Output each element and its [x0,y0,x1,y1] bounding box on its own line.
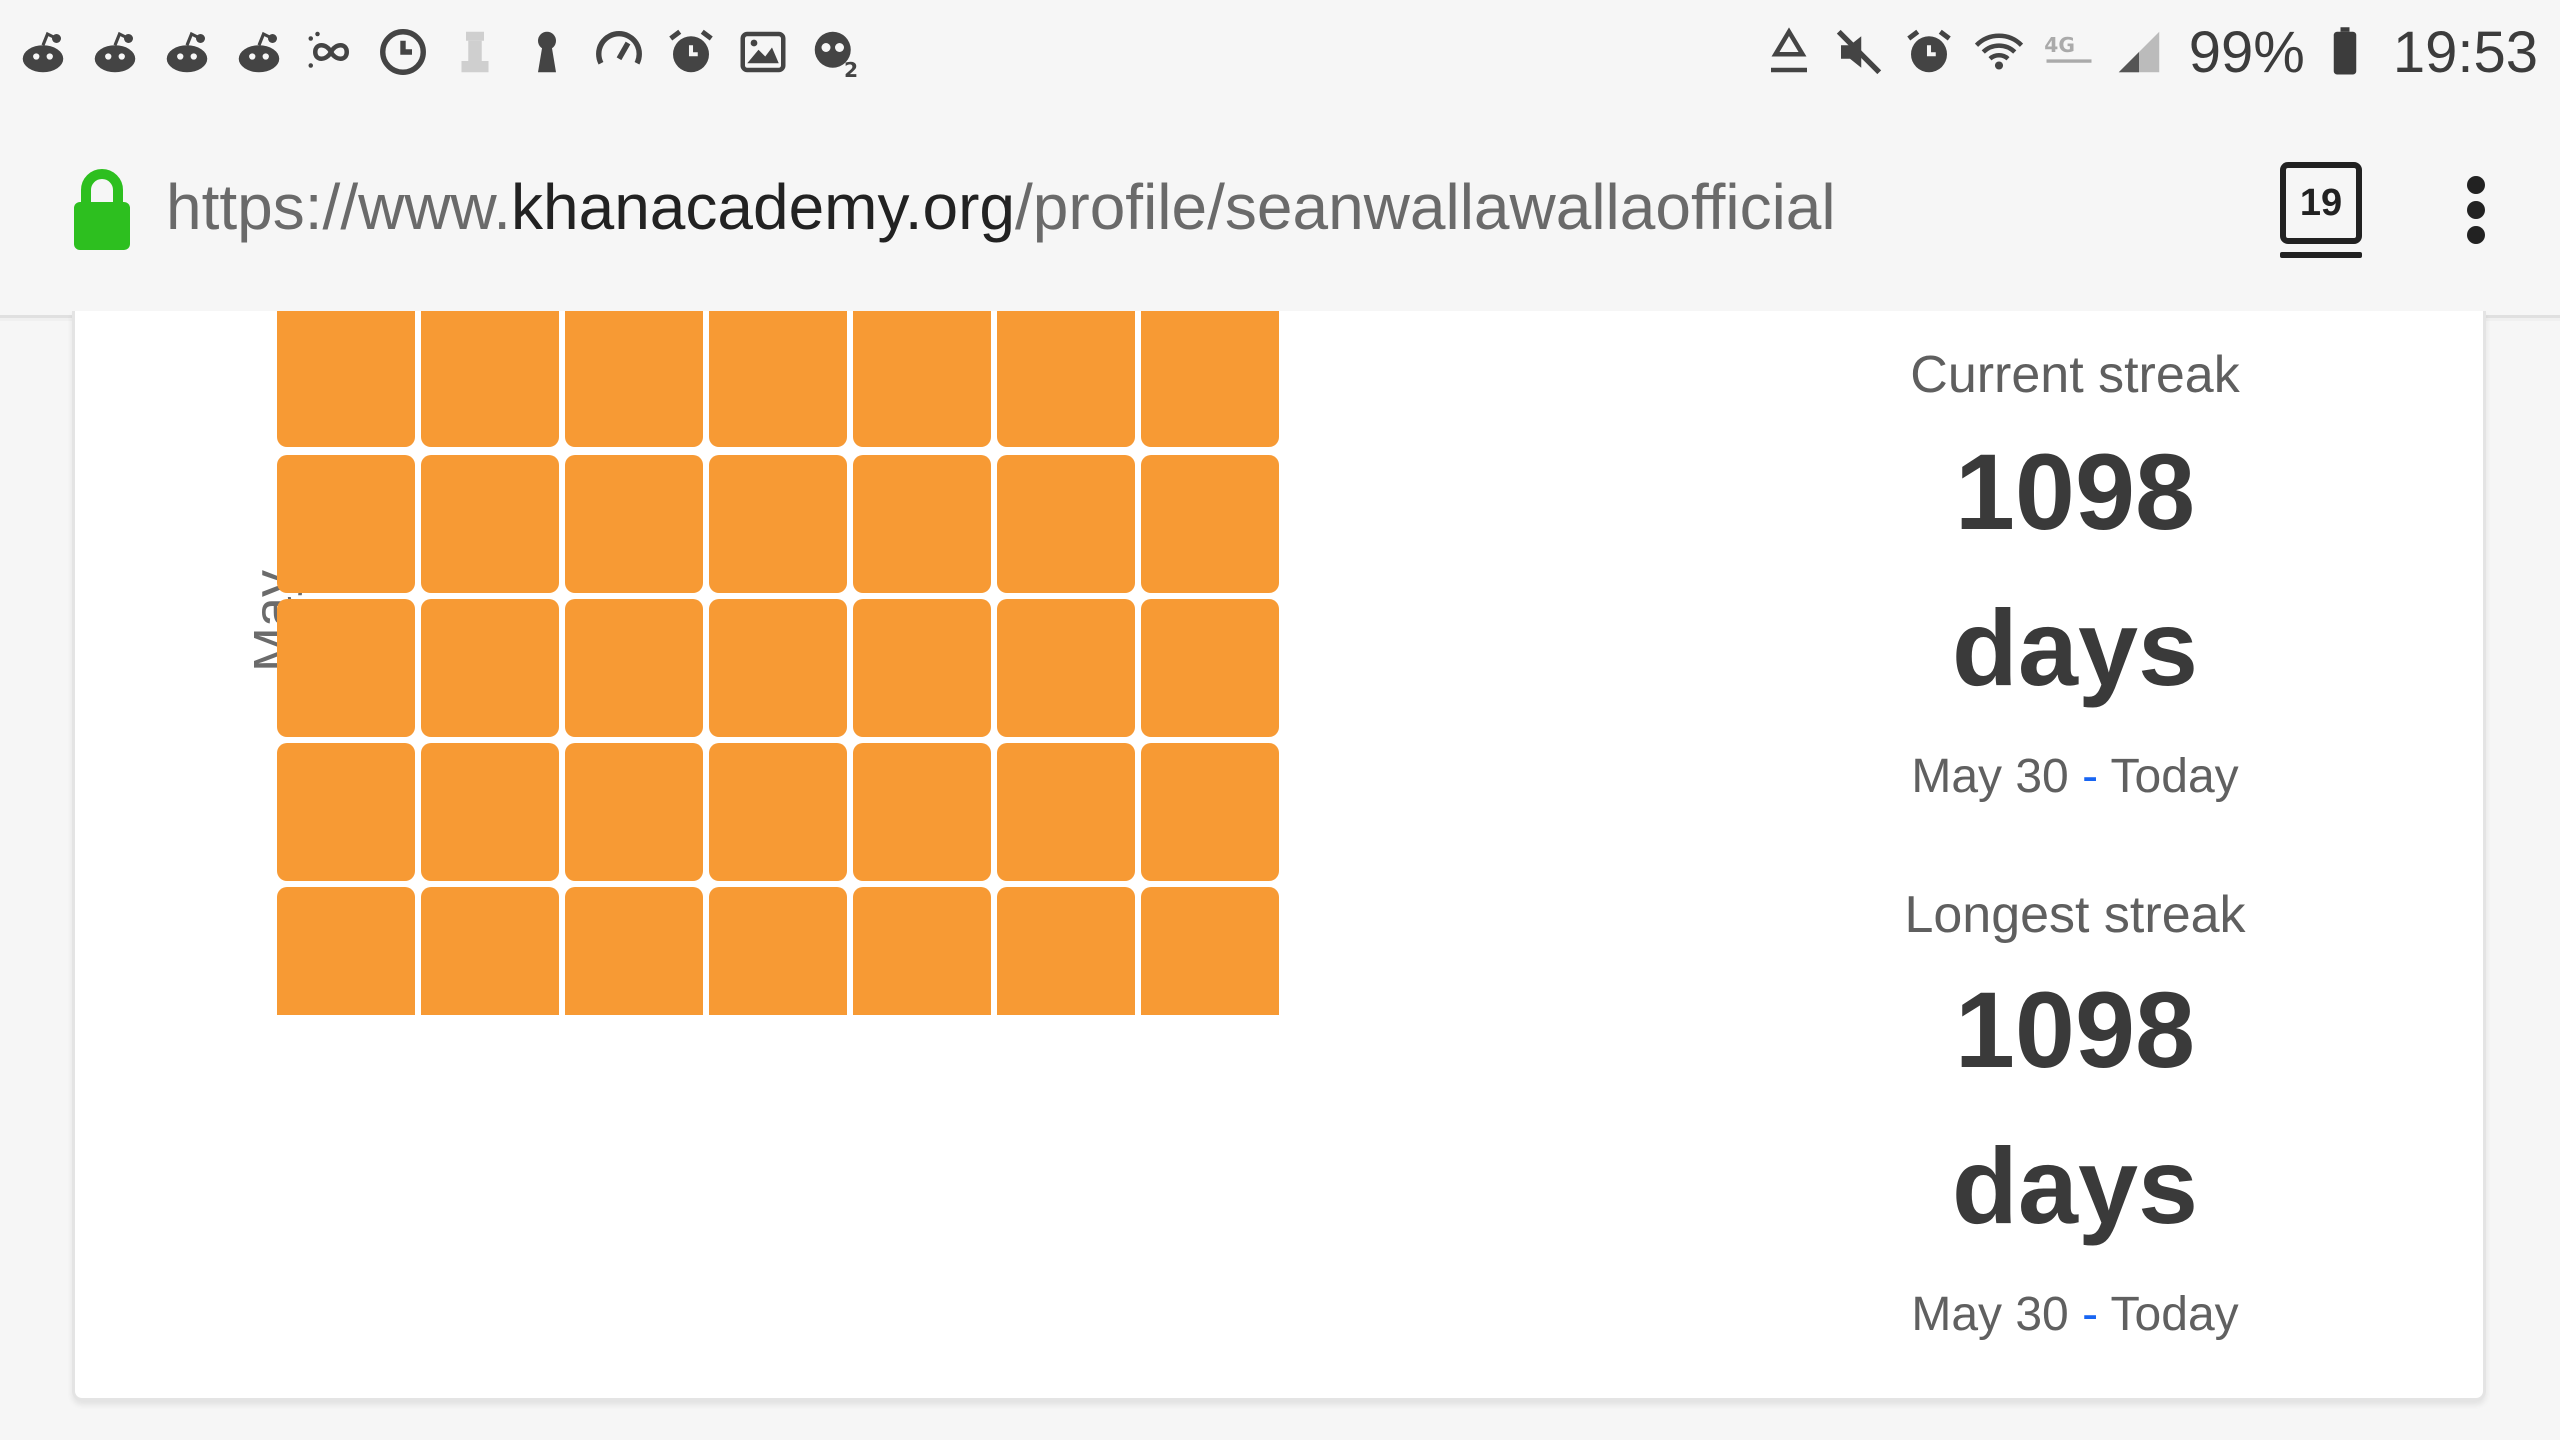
calendar-day-cell[interactable] [421,887,559,1015]
calendar-day-cell[interactable] [853,887,991,1015]
chess-icon [446,23,504,81]
svg-text:2: 2 [844,58,858,79]
keyhole-icon [518,23,576,81]
calendar-day-cell[interactable] [565,743,703,881]
calendar-day-cell[interactable] [853,743,991,881]
game-controller-icon: 2 [806,23,864,81]
calendar-day-cell[interactable] [565,455,703,593]
wifi-icon [1969,22,2029,82]
lock-icon[interactable] [72,168,132,252]
reddit-icon [158,23,216,81]
calendar-day-cell[interactable] [709,599,847,737]
calendar-day-cell[interactable] [565,311,703,447]
status-bar: 2 4G 99% 19:53 [0,0,2560,104]
current-streak-start: May 30 [1911,750,2069,803]
longest-streak-start: May 30 [1911,1288,2069,1341]
infinity-sync-icon [302,23,360,81]
url-path: /profile/seanwallawallaofficial [1015,171,1836,243]
range-dash: - [2082,1288,2099,1341]
calendar-day-cell[interactable] [565,887,703,1015]
calendar-day-cell[interactable] [565,599,703,737]
calendar-day-cell[interactable] [853,455,991,593]
calendar-day-cell[interactable] [709,887,847,1015]
reddit-icon [86,23,144,81]
tab-count: 19 [2299,181,2343,224]
range-dash: - [2082,750,2099,803]
reddit-icon [14,23,72,81]
longest-streak-value: 1098 [1954,969,2196,1090]
calendar-day-cell[interactable] [1141,455,1279,593]
4g-lte-icon: 4G [2039,22,2099,82]
mute-icon [1829,22,1889,82]
system-icons: 4G 99% 19:53 [1749,10,2538,94]
page-content: May Current streak 1098 days May 30 - To… [0,311,2560,1440]
calendar-day-cell[interactable] [997,599,1135,737]
clock-time: 19:53 [2392,19,2538,85]
calendar-day-cell[interactable] [421,743,559,881]
calendar-day-cell[interactable] [709,743,847,881]
calendar-day-cell[interactable] [277,311,415,447]
current-streak-value: 1098 [1954,431,2196,552]
calendar-day-cell[interactable] [1141,887,1279,1015]
calendar-day-cell[interactable] [709,455,847,593]
calendar-day-cell[interactable] [277,455,415,593]
signal-icon [2109,22,2169,82]
clock-icon [374,23,432,81]
calendar-day-cell[interactable] [709,311,847,447]
calendar-day-cell[interactable] [997,887,1135,1015]
tab-switcher-underline [2280,252,2362,258]
calendar-day-cell[interactable] [277,599,415,737]
calendar-day-cell[interactable] [997,311,1135,447]
longest-streak-heading: Longest streak [1904,886,2246,944]
url-prefix: https://www. [166,171,511,243]
url-domain: khanacademy.org [511,171,1015,243]
menu-dot-icon [2467,226,2485,244]
menu-dot-icon [2467,201,2485,219]
current-streak-end: Today [2110,750,2239,803]
calendar-day-cell[interactable] [277,743,415,881]
battery-icon [2315,22,2375,82]
image-icon [734,23,792,81]
browser-toolbar: https://www.khanacademy.org/profile/sean… [0,104,2560,318]
calendar-day-cell[interactable] [421,311,559,447]
current-streak-heading: Current streak [1910,346,2240,404]
address-bar[interactable]: https://www.khanacademy.org/profile/sean… [166,170,1836,244]
notification-icons: 2 [14,18,878,86]
calendar-day-cell[interactable] [421,599,559,737]
calendar-day-cell[interactable] [1141,599,1279,737]
streak-card: May Current streak 1098 days May 30 - To… [72,311,2486,1401]
alarm-icon [1899,22,1959,82]
calendar-day-cell[interactable] [421,455,559,593]
calendar-day-cell[interactable] [997,455,1135,593]
longest-streak-unit: days [1951,1125,2199,1246]
tab-switcher-button[interactable]: 19 [2280,162,2362,244]
menu-dot-icon [2467,176,2485,194]
battery-percent: 99% [2188,19,2305,85]
longest-streak-range: May 30 - Today [1845,1287,2305,1342]
current-streak-range: May 30 - Today [1845,749,2305,804]
longest-streak-end: Today [2110,1288,2239,1341]
overflow-menu-button[interactable] [2452,164,2500,256]
recycle-icon [1759,22,1819,82]
calendar-day-cell[interactable] [853,311,991,447]
calendar-day-cell[interactable] [853,599,991,737]
svg-text:4G: 4G [2044,33,2075,57]
calendar-day-cell[interactable] [997,743,1135,881]
calendar-day-cell[interactable] [1141,311,1279,447]
calendar-day-cell[interactable] [1141,743,1279,881]
speedometer-icon [590,23,648,81]
reddit-icon [230,23,288,81]
alarm-icon [662,23,720,81]
current-streak-unit: days [1951,587,2199,708]
activity-calendar-grid [277,311,1287,1021]
calendar-day-cell[interactable] [277,887,415,1015]
